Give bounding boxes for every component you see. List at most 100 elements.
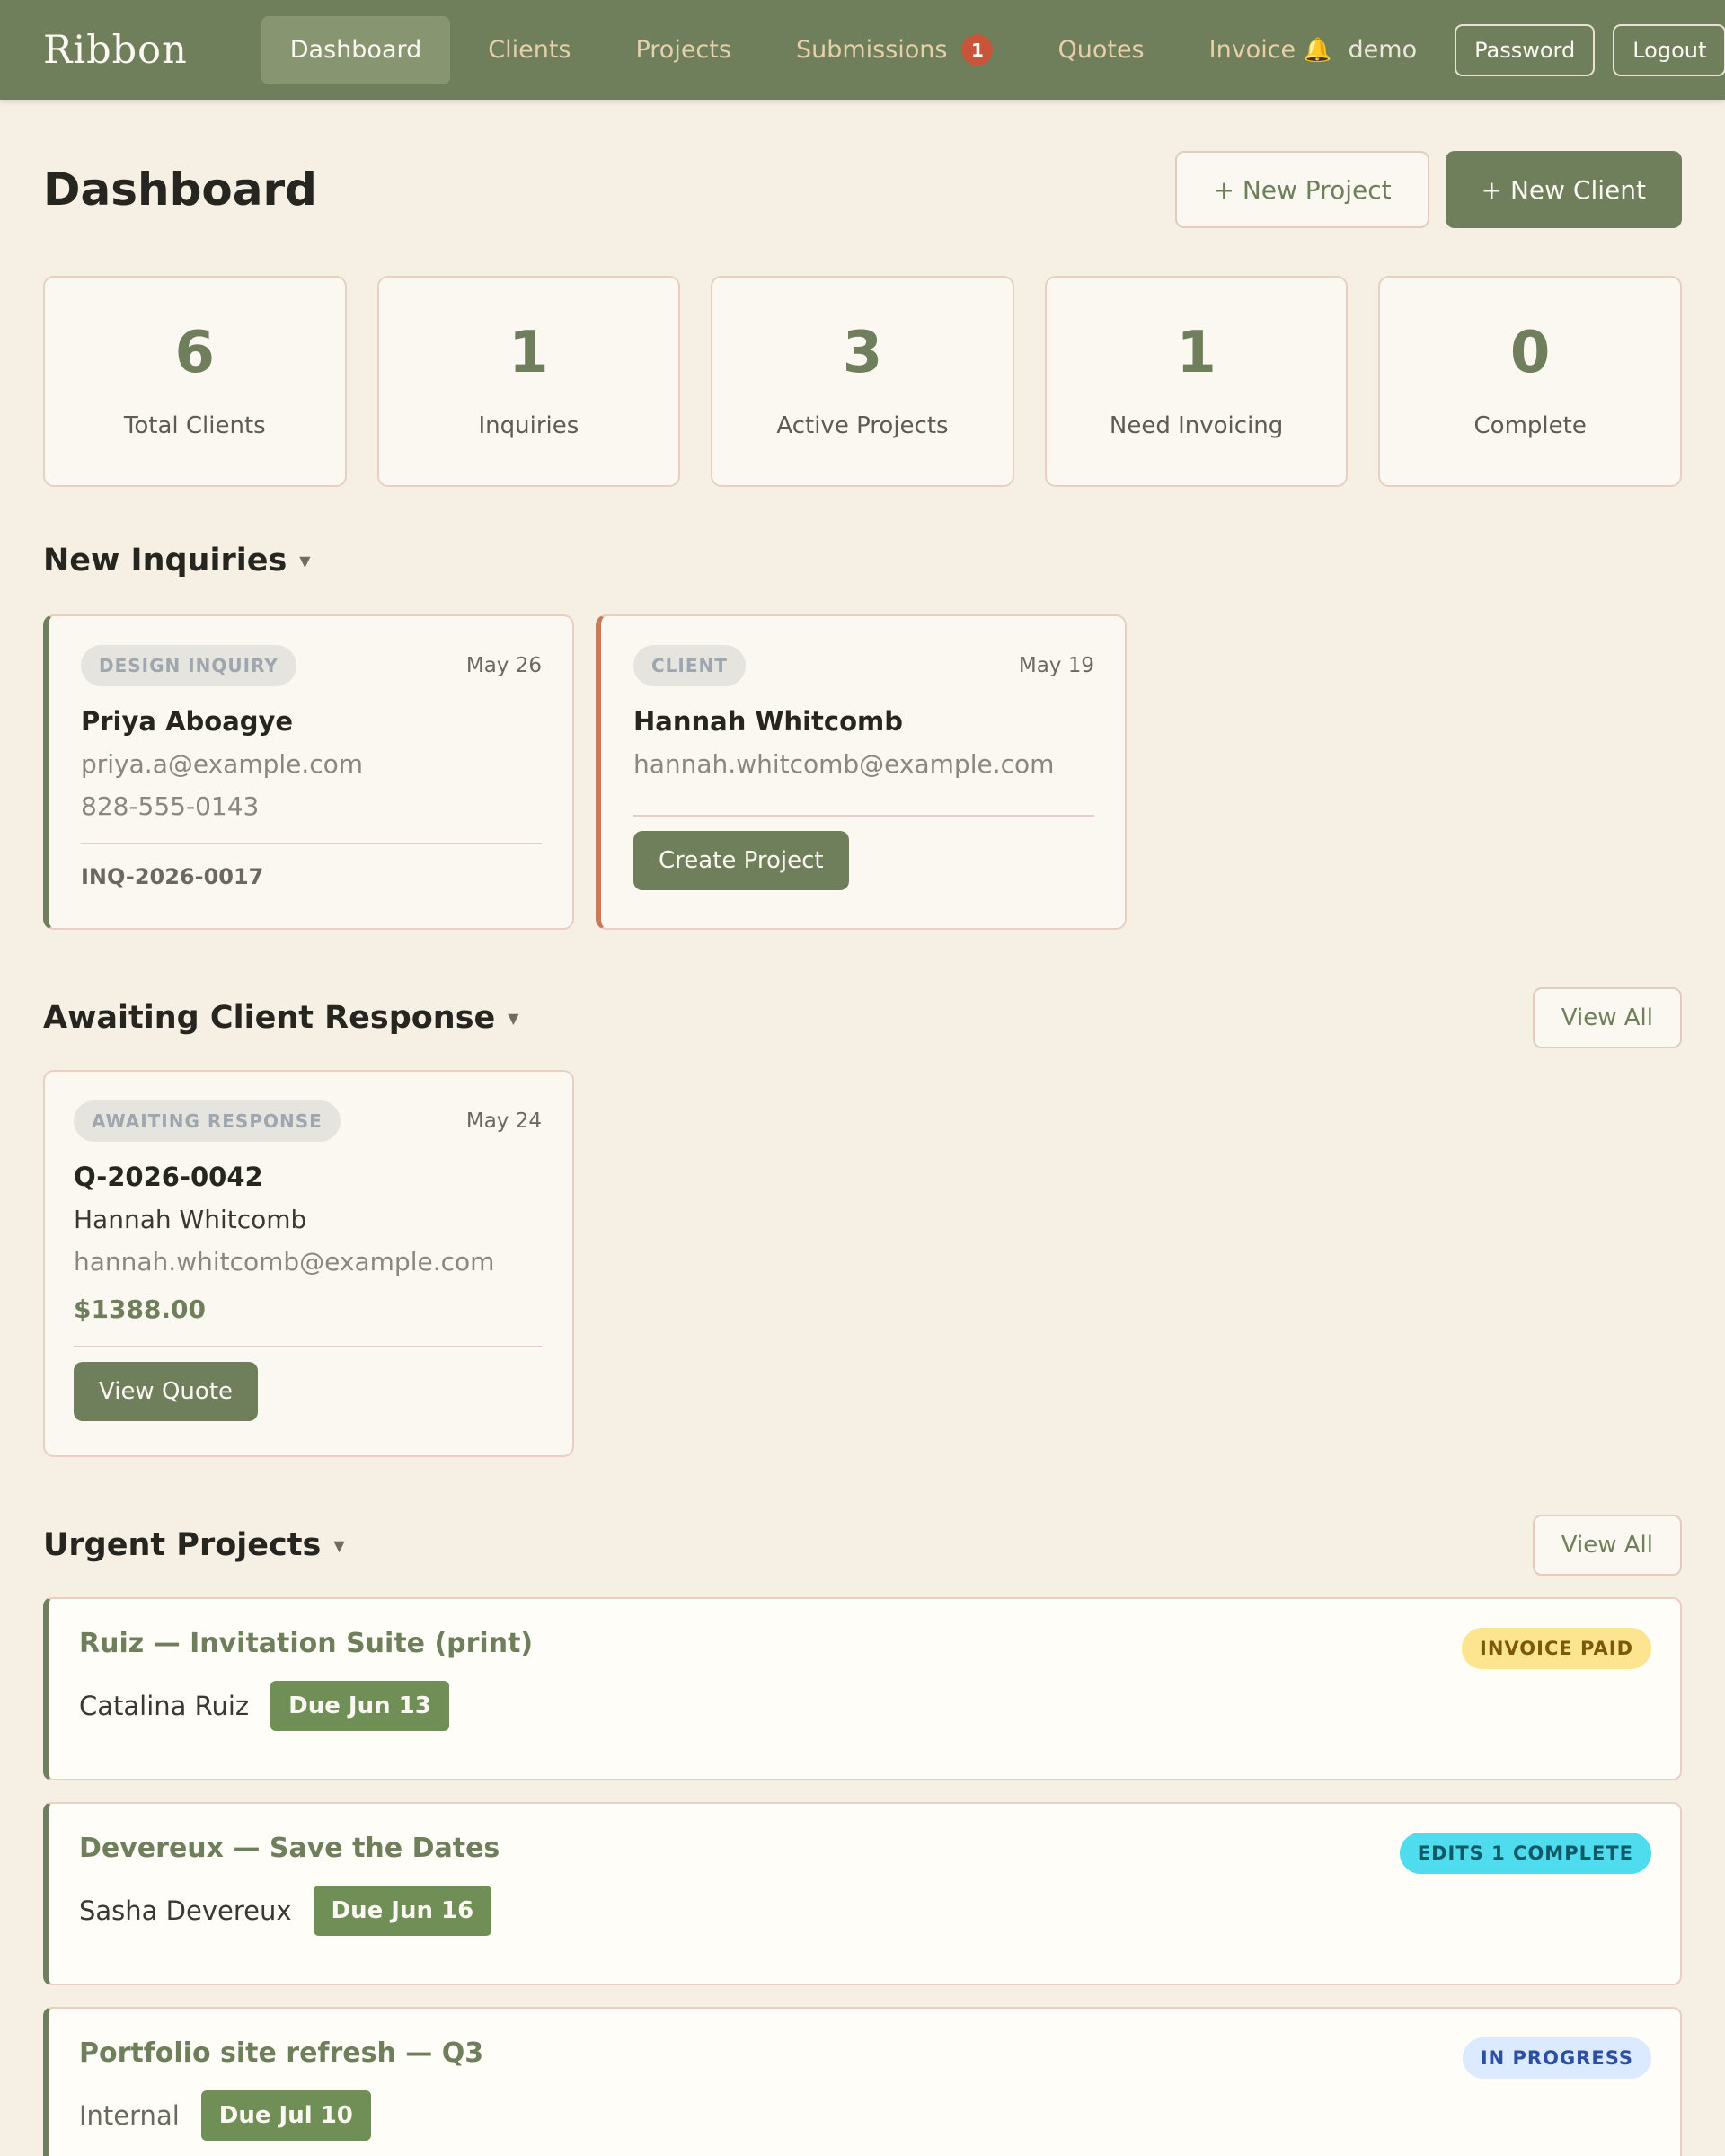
- stat-value: 1: [1176, 319, 1216, 386]
- nav-projects-label: Projects: [635, 36, 731, 64]
- caret-down-icon: ▼: [508, 1009, 519, 1027]
- quote-email: hannah.whitcomb@example.com: [74, 1247, 495, 1277]
- stat-value: 3: [842, 319, 883, 386]
- caret-down-icon: ▼: [299, 552, 311, 570]
- inquiries-section-header: New Inquiries ▼: [43, 543, 1682, 579]
- nav-dashboard-label: Dashboard: [289, 36, 422, 64]
- inquiry-email: hannah.whitcomb@example.com: [633, 749, 1055, 779]
- stat-complete[interactable]: 0 Complete: [1378, 276, 1682, 487]
- section-title: Awaiting Client Response: [43, 1000, 496, 1036]
- inquiry-date: May 19: [1018, 654, 1094, 677]
- card-top: AWAITING RESPONSE May 24: [74, 1100, 542, 1142]
- page-header: Dashboard + New Project + New Client: [43, 100, 1682, 267]
- project-status-badge: INVOICE PAID: [1462, 1628, 1651, 1669]
- bell-icon: 🔔: [1303, 36, 1332, 64]
- quote-id: Q-2026-0042: [74, 1162, 263, 1192]
- stat-value: 6: [174, 319, 216, 386]
- section-title: New Inquiries: [43, 543, 288, 579]
- project-status-badge: IN PROGRESS: [1462, 2037, 1651, 2079]
- nav-projects[interactable]: Projects: [603, 16, 763, 84]
- awaiting-view-all-button[interactable]: View All: [1532, 987, 1682, 1048]
- top-nav: Ribbon Dashboard Clients Projects Submis…: [0, 0, 1725, 100]
- stat-value: 1: [509, 319, 549, 386]
- awaiting-section-header: Awaiting Client Response ▼ View All: [43, 987, 1682, 1048]
- inquiry-card[interactable]: CLIENT May 19 Hannah Whitcomb hannah.whi…: [596, 614, 1127, 930]
- stat-total-clients[interactable]: 6 Total Clients: [43, 276, 347, 487]
- nav-right: demo Password Logout: [1348, 23, 1725, 76]
- urgent-section-toggle[interactable]: Urgent Projects ▼: [43, 1527, 345, 1563]
- card-divider: [633, 815, 1094, 817]
- stat-label: Total Clients: [123, 411, 266, 439]
- card-divider: [81, 843, 542, 844]
- caret-down-icon: ▼: [333, 1536, 345, 1554]
- stat-inquiries[interactable]: 1 Inquiries: [376, 276, 681, 487]
- nav-dashboard[interactable]: Dashboard: [261, 15, 451, 84]
- section-title: Urgent Projects: [43, 1527, 322, 1563]
- create-project-button[interactable]: Create Project: [633, 831, 849, 890]
- inquiry-phone: 828-555-0143: [81, 791, 260, 821]
- nav-submissions[interactable]: Submissions 1: [764, 16, 1026, 84]
- urgent-projects-list: Ruiz — Invitation Suite (print) Catalina…: [43, 1597, 1682, 2156]
- stats-row: 6 Total Clients 1 Inquiries 3 Active Pro…: [43, 276, 1682, 487]
- header-actions: + New Project + New Client: [1175, 151, 1682, 228]
- stat-label: Complete: [1473, 411, 1587, 439]
- card-divider: [74, 1346, 542, 1348]
- project-meta: Internal Due Jul 10: [79, 2090, 1651, 2141]
- project-title[interactable]: Ruiz — Invitation Suite (print): [79, 1628, 1651, 1659]
- nav-clients[interactable]: Clients: [456, 16, 603, 84]
- project-title[interactable]: Portfolio site refresh — Q3: [79, 2037, 1651, 2069]
- page-title: Dashboard: [43, 163, 317, 216]
- stat-active-projects[interactable]: 3 Active Projects: [711, 276, 1014, 487]
- urgent-section-header: Urgent Projects ▼ View All: [43, 1515, 1682, 1576]
- quote-client: Hannah Whitcomb: [74, 1205, 307, 1234]
- submissions-count-badge: 1: [961, 34, 994, 66]
- stat-label: Inquiries: [478, 411, 579, 439]
- password-button[interactable]: Password: [1455, 23, 1596, 76]
- due-date-badge: Due Jun 13: [270, 1681, 449, 1731]
- brand-logo[interactable]: Ribbon: [43, 28, 188, 73]
- project-status-badge: EDITS 1 COMPLETE: [1399, 1833, 1651, 1874]
- project-client: Internal: [79, 2100, 180, 2131]
- awaiting-list: AWAITING RESPONSE May 24 Q-2026-0042 Han…: [43, 1070, 1682, 1457]
- nav-invoice[interactable]: Invoice 🔔: [1177, 16, 1349, 84]
- project-meta: Catalina Ruiz Due Jun 13: [79, 1681, 1651, 1731]
- quote-amount: $1388.00: [74, 1294, 207, 1324]
- stat-value: 0: [1509, 319, 1551, 386]
- inquiry-reference: INQ-2026-0017: [81, 864, 264, 889]
- quote-date: May 24: [465, 1109, 542, 1133]
- project-row[interactable]: Portfolio site refresh — Q3 Internal Due…: [43, 2007, 1682, 2156]
- nav-links: Dashboard Clients Projects Submissions 1…: [261, 15, 1349, 84]
- logout-button[interactable]: Logout: [1613, 23, 1725, 76]
- due-date-badge: Due Jul 10: [200, 2090, 371, 2141]
- nav-submissions-label: Submissions: [795, 36, 948, 64]
- nav-quotes[interactable]: Quotes: [1025, 16, 1176, 84]
- stat-label: Active Projects: [776, 411, 949, 439]
- inquiry-card[interactable]: DESIGN INQUIRY May 26 Priya Aboagye priy…: [43, 614, 574, 930]
- inquiries-section-toggle[interactable]: New Inquiries ▼: [43, 543, 311, 579]
- card-top: CLIENT May 19: [633, 645, 1094, 686]
- inquiry-email: priya.a@example.com: [81, 749, 364, 779]
- inquiry-type-tag: DESIGN INQUIRY: [81, 645, 296, 686]
- new-project-button[interactable]: + New Project: [1175, 151, 1429, 228]
- inquiry-name: Hannah Whitcomb: [633, 706, 903, 737]
- project-meta: Sasha Devereux Due Jun 16: [79, 1886, 1651, 1936]
- project-client: Catalina Ruiz: [79, 1691, 250, 1721]
- inquiries-list: DESIGN INQUIRY May 26 Priya Aboagye priy…: [43, 614, 1682, 930]
- view-quote-button[interactable]: View Quote: [74, 1362, 259, 1421]
- project-client: Sasha Devereux: [79, 1895, 292, 1926]
- nav-invoice-label: Invoice: [1208, 36, 1296, 64]
- due-date-badge: Due Jun 16: [313, 1886, 492, 1936]
- urgent-view-all-button[interactable]: View All: [1532, 1515, 1682, 1576]
- card-top: DESIGN INQUIRY May 26: [81, 645, 542, 686]
- inquiry-name: Priya Aboagye: [81, 706, 294, 737]
- current-user: demo: [1348, 36, 1418, 64]
- nav-quotes-label: Quotes: [1057, 36, 1145, 64]
- project-row[interactable]: Ruiz — Invitation Suite (print) Catalina…: [43, 1597, 1682, 1780]
- project-row[interactable]: Devereux — Save the Dates Sasha Devereux…: [43, 1802, 1682, 1985]
- awaiting-section-toggle[interactable]: Awaiting Client Response ▼: [43, 1000, 519, 1036]
- new-client-button[interactable]: + New Client: [1445, 151, 1682, 228]
- inquiry-date: May 26: [465, 654, 542, 677]
- stat-need-invoicing[interactable]: 1 Need Invoicing: [1044, 276, 1349, 487]
- quote-card[interactable]: AWAITING RESPONSE May 24 Q-2026-0042 Han…: [43, 1070, 574, 1457]
- stat-label: Need Invoicing: [1109, 411, 1284, 439]
